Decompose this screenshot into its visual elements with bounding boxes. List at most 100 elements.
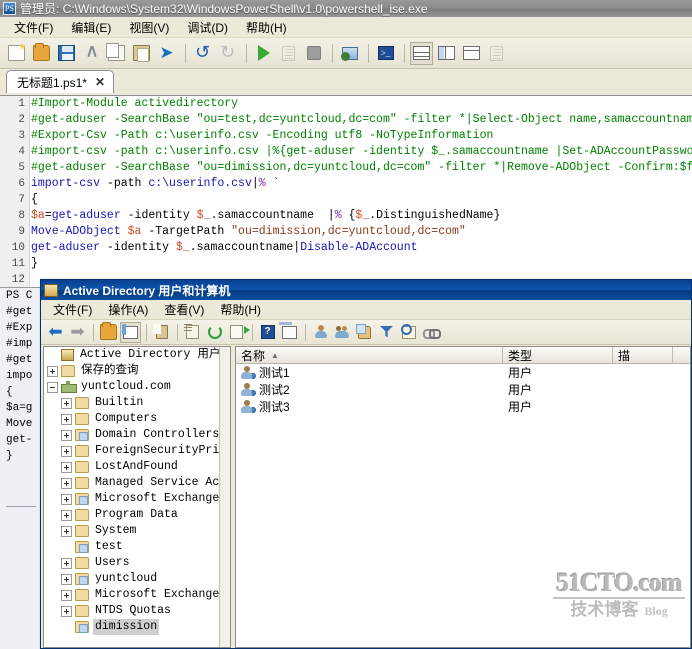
expand-icon[interactable] — [61, 445, 72, 457]
show-script-pane-button[interactable] — [485, 42, 508, 65]
paste-button[interactable] — [130, 42, 153, 65]
expand-icon[interactable] — [61, 477, 72, 489]
tree-item[interactable]: Microsoft Exchange Sec — [44, 491, 219, 507]
tree-item[interactable]: Microsoft Exchange Sys — [44, 587, 219, 603]
collapse-icon[interactable] — [47, 381, 58, 393]
table-row[interactable]: 测试3 用户 — [236, 398, 690, 415]
cut-button[interactable] — [80, 42, 103, 65]
tab-untitled1[interactable]: 无标题1.ps1* ✕ — [6, 70, 115, 93]
expand-icon[interactable] — [61, 429, 72, 441]
console-window-button[interactable] — [279, 322, 300, 343]
column-header[interactable]: 类型 — [503, 347, 613, 363]
expand-icon[interactable] — [61, 461, 72, 473]
help-button[interactable]: ? — [257, 322, 278, 343]
code-area[interactable]: #Import-Module activedirectory #get-aduse… — [31, 96, 692, 287]
tree-item[interactable]: Users — [44, 555, 219, 571]
tree-item[interactable]: dimission — [44, 619, 219, 635]
expand-icon[interactable] — [61, 573, 72, 585]
expand-icon[interactable] — [61, 509, 72, 521]
delegate-control-button[interactable] — [420, 322, 441, 343]
run-script-button[interactable] — [252, 42, 275, 65]
expand-icon[interactable] — [61, 493, 72, 505]
code-line[interactable]: Move-ADObject $a -TargetPath "ou=dimissi… — [31, 224, 692, 240]
tree-vertical-scrollbar[interactable] — [219, 347, 230, 647]
tree-item[interactable]: NTDS Quotas — [44, 603, 219, 619]
tree-item[interactable]: yuntcloud — [44, 571, 219, 587]
export-list-button[interactable] — [226, 322, 247, 343]
tree-item[interactable]: ForeignSecurityPrincip — [44, 443, 219, 459]
redo-button[interactable]: ↻ — [216, 42, 239, 65]
refresh-button[interactable] — [204, 322, 225, 343]
copy-button[interactable] — [105, 42, 128, 65]
code-line[interactable]: import-csv -path c:\userinfo.csv|% ` — [31, 176, 692, 192]
expand-icon[interactable] — [61, 397, 72, 409]
menu-edit[interactable]: 编辑(E) — [62, 17, 120, 38]
tree-item[interactable]: Active Directory 用户和计算机 — [44, 347, 219, 363]
start-powershell-button[interactable]: >_ — [374, 42, 397, 65]
code-line[interactable]: #get-aduser -SearchBase "ou=test,dc=yunt… — [31, 112, 692, 128]
new-remote-session-button[interactable] — [338, 42, 361, 65]
tree-item[interactable]: LostAndFound — [44, 459, 219, 475]
menu-view[interactable]: 视图(V) — [120, 17, 178, 38]
tree-item[interactable]: test — [44, 539, 219, 555]
expand-icon[interactable] — [61, 413, 72, 425]
new-group-button[interactable] — [332, 322, 353, 343]
tree-item[interactable]: Domain Controllers — [44, 427, 219, 443]
forward-button[interactable]: ➡ — [67, 322, 88, 343]
ad-menu-file[interactable]: 文件(F) — [45, 299, 100, 320]
tree-item[interactable]: Computers — [44, 411, 219, 427]
find-button[interactable] — [398, 322, 419, 343]
code-line[interactable]: $a=get-aduser -identity $_.samaccountnam… — [31, 208, 692, 224]
undo-button[interactable]: ↺ — [191, 42, 214, 65]
tree-item[interactable]: System — [44, 523, 219, 539]
back-button[interactable]: ⬅ — [45, 322, 66, 343]
new-ou-button[interactable] — [354, 322, 375, 343]
expand-icon[interactable] — [61, 525, 72, 537]
expand-icon[interactable] — [61, 557, 72, 569]
tree-item[interactable]: yuntcloud.com — [44, 379, 219, 395]
clear-console-button[interactable]: ➤ — [155, 42, 178, 65]
tree-item[interactable]: Program Data — [44, 507, 219, 523]
close-icon[interactable]: ✕ — [95, 75, 105, 89]
filter-button[interactable] — [376, 322, 397, 343]
code-line[interactable]: get-aduser -identity $_.samaccountname|D… — [31, 240, 692, 256]
expand-icon[interactable] — [47, 365, 58, 377]
save-button[interactable] — [55, 42, 78, 65]
code-line[interactable]: #import-csv -path c:\userinfo.csv |%{get… — [31, 144, 692, 160]
expand-icon[interactable] — [61, 605, 72, 617]
ad-menu-view[interactable]: 查看(V) — [156, 299, 212, 320]
code-line[interactable]: { — [31, 192, 692, 208]
code-line[interactable]: #get-aduser -SearchBase "ou=dimission,dc… — [31, 160, 692, 176]
column-header[interactable]: 名称 ▲ — [236, 347, 503, 363]
stop-operation-button[interactable] — [302, 42, 325, 65]
new-script-button[interactable] — [5, 42, 28, 65]
tree-item[interactable]: Builtin — [44, 395, 219, 411]
menu-debug[interactable]: 调试(D) — [178, 17, 237, 38]
open-script-button[interactable] — [30, 42, 53, 65]
up-one-level-button[interactable] — [98, 322, 119, 343]
code-line[interactable]: #Import-Module activedirectory — [31, 96, 692, 112]
expand-icon[interactable] — [61, 589, 72, 601]
layout-horizontal-button[interactable] — [410, 41, 433, 65]
ad-list-panel[interactable]: 名称 ▲ 类型描 测试1 用户 测试2 用户 测试3 用户 — [235, 346, 691, 648]
ad-tree-panel[interactable]: Active Directory 用户和计算机保存的查询 yuntcloud.co… — [43, 346, 231, 648]
table-row[interactable]: 测试2 用户 — [236, 381, 690, 398]
column-header[interactable]: 描 — [613, 347, 673, 363]
ad-menu-help[interactable]: 帮助(H) — [212, 299, 269, 320]
menu-file[interactable]: 文件(F) — [5, 17, 62, 38]
menu-help[interactable]: 帮助(H) — [237, 17, 296, 38]
list-view-button[interactable] — [182, 322, 203, 343]
script-editor-pane[interactable]: 1 2 3 4 5 6 7 8 9 10 11 12 #Import-Module activedir… — [0, 95, 692, 287]
code-line[interactable]: #Export-Csv -Path c:\userinfo.csv -Encod… — [31, 128, 692, 144]
table-row[interactable]: 测试1 用户 — [236, 364, 690, 381]
layout-maximize-script-button[interactable] — [460, 42, 483, 65]
layout-vertical-button[interactable] — [435, 42, 458, 65]
properties-button[interactable] — [151, 322, 172, 343]
code-line[interactable]: } — [31, 256, 692, 272]
new-user-button[interactable] — [310, 322, 331, 343]
tree-item[interactable]: 保存的查询 — [44, 363, 219, 379]
run-selection-button[interactable] — [277, 42, 300, 65]
tree-item[interactable]: Managed Service Accoun — [44, 475, 219, 491]
show-hide-tree-button[interactable] — [120, 321, 141, 343]
ad-menu-action[interactable]: 操作(A) — [100, 299, 156, 320]
